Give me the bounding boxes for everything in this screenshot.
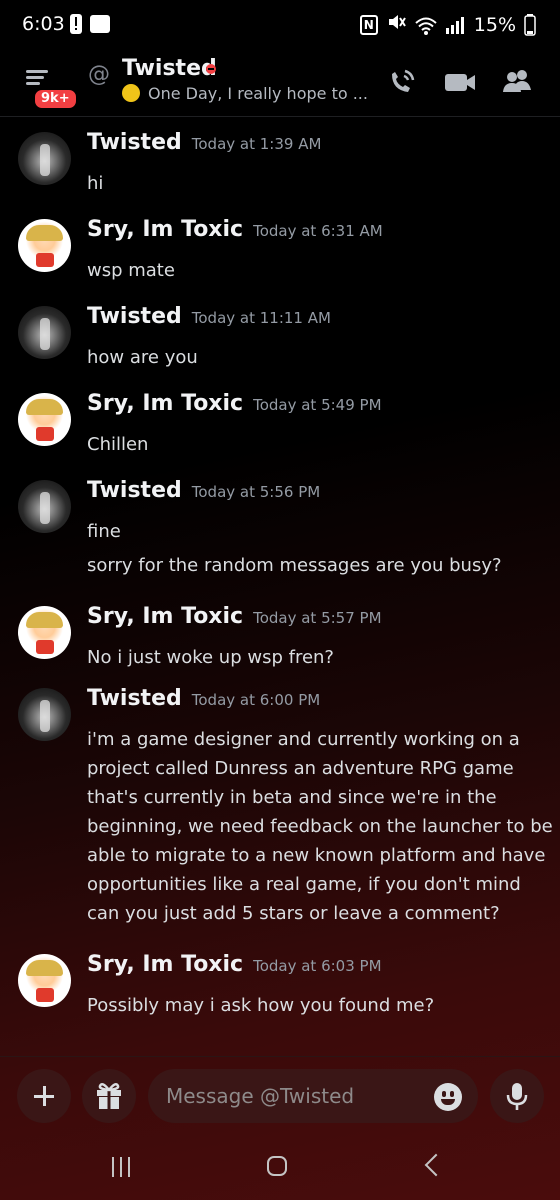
- message-text: project called Dunress an adventure RPG …: [87, 758, 514, 779]
- message-header: Sry, Im Toxic Today at 5:57 PM: [87, 604, 382, 629]
- recents-icon-line: [120, 1157, 122, 1177]
- status-emoji-icon: [122, 84, 140, 102]
- message-timestamp: Today at 6:03 PM: [253, 957, 382, 975]
- message-text: sorry for the random messages are you bu…: [87, 555, 502, 576]
- nfc-icon: N: [359, 14, 378, 35]
- message-text: wsp mate: [87, 260, 175, 281]
- avatar[interactable]: [18, 132, 71, 185]
- menu-icon-line: [26, 82, 40, 85]
- author-name[interactable]: Twisted: [87, 130, 182, 155]
- message-text: i'm a game designer and currently workin…: [87, 729, 520, 750]
- avatar[interactable]: [18, 219, 71, 272]
- message-header: Sry, Im Toxic Today at 6:31 AM: [87, 217, 383, 242]
- author-name[interactable]: Sry, Im Toxic: [87, 391, 243, 416]
- menu-icon-line: [26, 76, 44, 79]
- message-timestamp: Today at 5:56 PM: [191, 483, 321, 501]
- message-header: Sry, Im Toxic Today at 5:49 PM: [87, 391, 382, 416]
- message-timestamp: Today at 6:31 AM: [253, 222, 383, 240]
- author-name[interactable]: Sry, Im Toxic: [87, 217, 243, 242]
- avatar[interactable]: [18, 606, 71, 659]
- video-call-icon: [445, 74, 475, 91]
- message-text: hi: [87, 173, 104, 194]
- system-nav-bar: [0, 1136, 560, 1200]
- gift-button[interactable]: [82, 1069, 136, 1123]
- avatar[interactable]: [18, 954, 71, 1007]
- author-name[interactable]: Twisted: [87, 304, 182, 329]
- avatar[interactable]: [18, 688, 71, 741]
- notification-badge: 9k+: [32, 87, 79, 111]
- status-bar: 6:03 N 15%: [0, 0, 560, 50]
- author-name[interactable]: Twisted: [87, 686, 182, 711]
- message-header: Twisted Today at 1:39 AM: [87, 130, 321, 155]
- wifi-icon: [414, 16, 437, 35]
- message-timestamp: Today at 6:00 PM: [191, 691, 321, 709]
- message-composer: [0, 1056, 560, 1137]
- message-timestamp: Today at 11:11 AM: [191, 309, 331, 327]
- message-text: how are you: [87, 347, 198, 368]
- battery-percent: 15%: [473, 13, 516, 36]
- message-input[interactable]: [148, 1069, 478, 1123]
- message-header: Sry, Im Toxic Today at 6:03 PM: [87, 952, 382, 977]
- alert-icon: [70, 14, 82, 34]
- author-name[interactable]: Sry, Im Toxic: [87, 604, 243, 629]
- menu-button[interactable]: 9k+: [22, 64, 79, 111]
- avatar[interactable]: [18, 393, 71, 446]
- video-call-button[interactable]: [440, 62, 480, 102]
- author-name[interactable]: Twisted: [87, 478, 182, 503]
- author-name[interactable]: Sry, Im Toxic: [87, 952, 243, 977]
- message-header: Twisted Today at 6:00 PM: [87, 686, 320, 711]
- message-text: opportunities like a real game, if you d…: [87, 874, 521, 895]
- recents-icon-line: [128, 1157, 130, 1177]
- dnd-status-icon: [206, 64, 216, 74]
- message-header: Twisted Today at 5:56 PM: [87, 478, 320, 503]
- recents-button[interactable]: [110, 1157, 132, 1177]
- voice-message-button[interactable]: [490, 1069, 544, 1123]
- home-button[interactable]: [267, 1156, 287, 1176]
- menu-icon: [26, 70, 48, 73]
- app-notification-icon: [90, 15, 110, 33]
- message-text: beginning, we need feedback on the launc…: [87, 816, 553, 837]
- message-text: Possibly may i ask how you found me?: [87, 995, 435, 1016]
- custom-status[interactable]: One Day, I really hope to ...: [122, 84, 368, 103]
- at-icon: @: [88, 62, 110, 87]
- message-text: Chillen: [87, 434, 149, 455]
- back-button[interactable]: [424, 1153, 448, 1177]
- message-text: able to migrate to a new known platform …: [87, 845, 546, 866]
- battery-icon: [524, 13, 536, 36]
- custom-status-text: One Day, I really hope to ...: [148, 84, 368, 103]
- gift-icon: [97, 1082, 121, 1109]
- message-text: can you just add 5 stars or leave a comm…: [87, 903, 500, 924]
- plus-icon-vertical: [43, 1086, 46, 1106]
- microphone-icon: [506, 1083, 528, 1110]
- status-time: 6:03: [22, 13, 65, 35]
- message-timestamp: Today at 5:57 PM: [253, 609, 382, 627]
- mute-icon: [386, 12, 406, 37]
- members-icon: [503, 70, 531, 92]
- message-text: fine: [87, 521, 121, 542]
- message-timestamp: Today at 1:39 AM: [191, 135, 322, 153]
- avatar[interactable]: [18, 480, 71, 533]
- dm-title[interactable]: Twisted: [122, 56, 217, 81]
- message-timestamp: Today at 5:49 PM: [253, 396, 382, 414]
- message-text: that's currently in beta and since we're…: [87, 787, 497, 808]
- add-attachment-button[interactable]: [17, 1069, 71, 1123]
- voice-call-icon: [392, 69, 415, 92]
- message-header: Twisted Today at 11:11 AM: [87, 304, 331, 329]
- members-button[interactable]: [498, 62, 538, 102]
- signal-icon: [444, 16, 466, 34]
- recents-icon: [112, 1157, 114, 1177]
- channel-header: 9k+ @ Twisted One Day, I really hope to …: [0, 50, 560, 117]
- message-text: No i just woke up wsp fren?: [87, 647, 334, 668]
- voice-call-button[interactable]: [380, 62, 420, 102]
- emoji-icon[interactable]: [434, 1083, 462, 1111]
- avatar[interactable]: [18, 306, 71, 359]
